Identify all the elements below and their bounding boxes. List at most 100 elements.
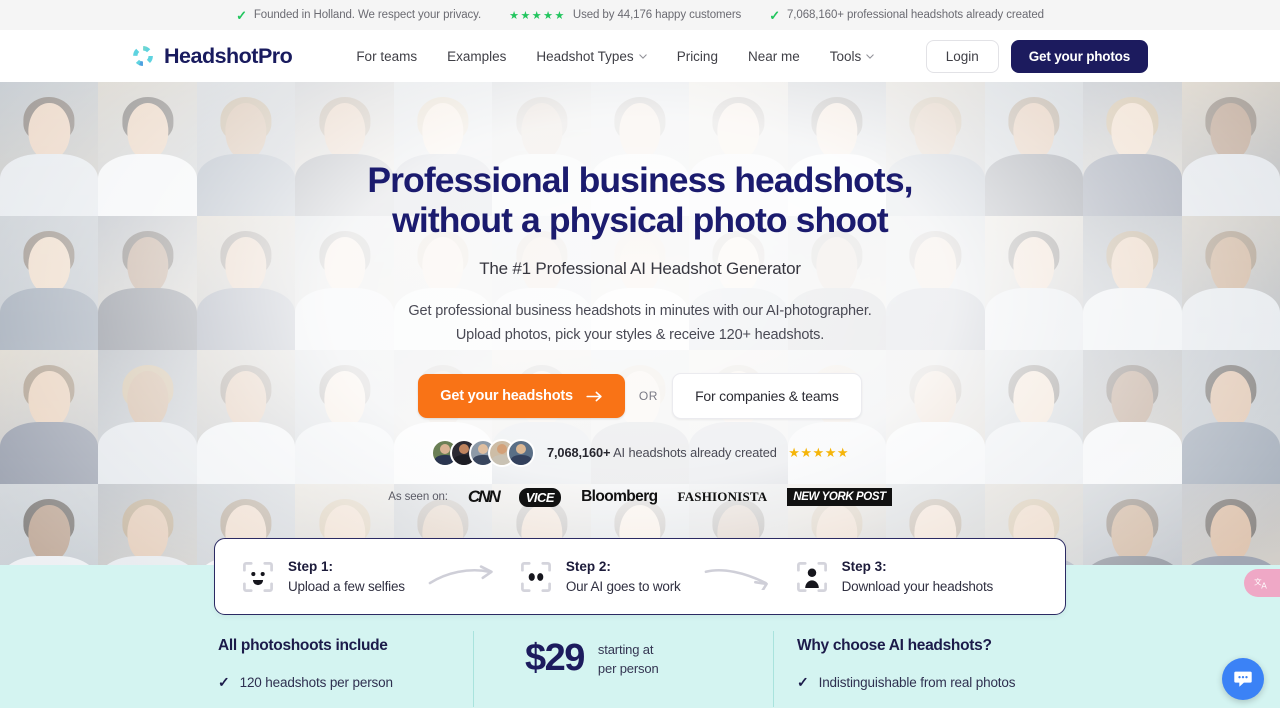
- step-3-title: Step 3:: [841, 558, 887, 574]
- step-1: Step 1: Upload a few selfies: [241, 557, 405, 596]
- step-3-text: Step 3: Download your headshots: [842, 557, 994, 596]
- announcement-item-headshots: ✓ 7,068,160+ professional headshots alre…: [769, 9, 1044, 22]
- hero-cta-row: Get your headshots OR For companies & te…: [418, 373, 862, 419]
- hero-description: Get professional business headshots in m…: [408, 303, 872, 343]
- press-logos-row: As seen on: CNN VICE Bloomberg FASHIONIS…: [388, 487, 892, 507]
- get-your-photos-button[interactable]: Get your photos: [1010, 39, 1148, 73]
- announcement-bar: ✓ Founded in Holland. We respect your pr…: [0, 0, 1280, 30]
- why-list-item: ✓ Indistinguishable from real photos: [797, 674, 1103, 691]
- chevron-down-icon: [866, 53, 874, 59]
- price-note-line-2: per person: [597, 660, 659, 676]
- chat-widget-button[interactable]: [1222, 658, 1264, 700]
- steps-card: Step 1: Upload a few selfies Step 2: Our…: [214, 538, 1066, 615]
- face-scan-person-icon: [796, 561, 827, 592]
- nav-label: Headshot Types: [536, 48, 634, 64]
- face-scan-smile-icon: [243, 561, 273, 592]
- announcement-text: Used by 44,176 happy customers: [572, 9, 742, 21]
- login-button[interactable]: Login: [925, 39, 999, 73]
- get-your-headshots-button[interactable]: Get your headshots: [418, 374, 625, 418]
- step-2-subtitle: Our AI goes to work: [565, 578, 681, 594]
- step-2-text: Step 2: Our AI goes to work: [566, 557, 681, 596]
- stars-icon: ★★★★★: [509, 9, 566, 22]
- nav-item-pricing[interactable]: Pricing: [677, 49, 718, 64]
- nav-item-headshot-types[interactable]: Headshot Types: [536, 48, 647, 64]
- price-note: starting at per person: [598, 640, 659, 678]
- nav-label: Near me: [747, 48, 800, 64]
- check-icon: ✓: [218, 674, 230, 690]
- price-value: $29: [525, 637, 585, 679]
- nav-label: Examples: [447, 48, 507, 64]
- hero-subheadline: The #1 Professional AI Headshot Generato…: [479, 259, 801, 278]
- announcement-item-customers: ★★★★★ Used by 44,176 happy customers: [509, 9, 741, 22]
- announcement-item-privacy: ✓ Founded in Holland. We respect your pr…: [236, 9, 481, 22]
- main-navigation: For teams Examples Headshot Types Pricin…: [356, 49, 874, 64]
- brand-logo[interactable]: HeadshotPro: [132, 43, 293, 69]
- why-ai-column: Why choose AI headshots? ✓ Indistinguish…: [773, 631, 1103, 707]
- press-logo-cnn: CNN: [467, 487, 501, 506]
- social-proof-row: 7,068,160+ AI headshots already created …: [430, 439, 849, 467]
- for-companies-teams-button[interactable]: For companies & teams: [672, 373, 862, 419]
- arrow-curve-icon: [704, 568, 768, 590]
- site-header: HeadshotPro For teams Examples Headshot …: [0, 30, 1280, 82]
- column-divider: [473, 631, 474, 707]
- header-actions: Login Get your photos: [925, 39, 1148, 73]
- press-logo-vice: VICE: [518, 487, 562, 507]
- press-logo-fashionista: FASHIONISTA: [677, 489, 768, 504]
- chevron-down-icon: [638, 53, 647, 59]
- nav-label: Pricing: [676, 48, 718, 64]
- nav-item-examples[interactable]: Examples: [447, 49, 506, 64]
- photoshoots-include-column: All photoshoots include ✓ 120 headshots …: [218, 637, 473, 691]
- nav-label: Tools: [829, 48, 862, 64]
- column-divider: [773, 631, 774, 707]
- press-logo-new-york-post: NEW YORK POST: [787, 488, 892, 506]
- check-icon: ✓: [236, 7, 247, 23]
- hero-section: Professional business headshots, without…: [0, 82, 1280, 565]
- include-item-label: 120 headshots per person: [239, 675, 393, 690]
- translate-widget-button[interactable]: 文 A: [1244, 569, 1280, 597]
- rating-stars-icon: ★★★★★: [788, 445, 850, 460]
- step-1-subtitle: Upload a few selfies: [288, 578, 405, 594]
- include-list-item: ✓ 120 headshots per person: [218, 674, 473, 691]
- svg-text:A: A: [1261, 580, 1267, 590]
- page-title: Professional business headshots, without…: [367, 160, 913, 240]
- arrow-curve-icon: [428, 564, 493, 584]
- primary-cta-label: Get your headshots: [440, 388, 573, 404]
- headline-line-1: Professional business headshots,: [367, 160, 913, 200]
- step-3-subtitle: Download your headshots: [841, 578, 994, 594]
- press-logo-bloomberg: Bloomberg: [581, 488, 658, 505]
- avatar-stack: [430, 439, 535, 467]
- step-2-title: Step 2:: [565, 558, 611, 574]
- face-scan-eyes-icon: [520, 561, 551, 592]
- social-proof-suffix: AI headshots already created: [610, 445, 777, 460]
- brand-name: HeadshotPro: [164, 43, 293, 68]
- nav-item-for-teams[interactable]: For teams: [356, 49, 417, 64]
- translate-language-icon: 文 A: [1254, 576, 1267, 590]
- announcement-text: Founded in Holland. We respect your priv…: [253, 9, 482, 21]
- or-separator-label: OR: [638, 389, 659, 403]
- headshot-count: 7,068,160+: [546, 445, 611, 460]
- page-root: ✓ Founded in Holland. We respect your pr…: [0, 0, 1280, 708]
- hero-content: Professional business headshots, without…: [0, 82, 1280, 507]
- step-3: Step 3: Download your headshots: [795, 557, 994, 596]
- headline-line-2: without a physical photo shoot: [392, 200, 889, 240]
- check-icon: ✓: [797, 674, 809, 690]
- as-seen-on-label: As seen on:: [388, 491, 448, 503]
- nav-item-near-me[interactable]: Near me: [748, 49, 800, 64]
- step-1-title: Step 1:: [288, 558, 334, 574]
- nav-item-tools[interactable]: Tools: [830, 49, 875, 64]
- arrow-right-icon: [586, 391, 602, 401]
- why-item-label: Indistinguishable from real photos: [818, 675, 1016, 690]
- avatar: [506, 439, 535, 467]
- check-icon: ✓: [769, 7, 781, 23]
- headshotpro-logo-icon: [133, 46, 153, 66]
- why-title: Why choose AI headshots?: [797, 637, 992, 654]
- step-1-text: Step 1: Upload a few selfies: [288, 557, 405, 596]
- social-proof-text: 7,068,160+ AI headshots already created …: [547, 445, 849, 461]
- price-note-line-1: starting at: [597, 641, 654, 657]
- chat-bubble-icon: [1234, 671, 1252, 687]
- nav-label: For teams: [356, 48, 418, 64]
- price-column: $29 starting at per person: [473, 631, 773, 707]
- step-2: Step 2: Our AI goes to work: [519, 557, 681, 596]
- features-band-inner: All photoshoots include ✓ 120 headshots …: [0, 631, 1280, 707]
- include-title: All photoshoots include: [218, 637, 388, 654]
